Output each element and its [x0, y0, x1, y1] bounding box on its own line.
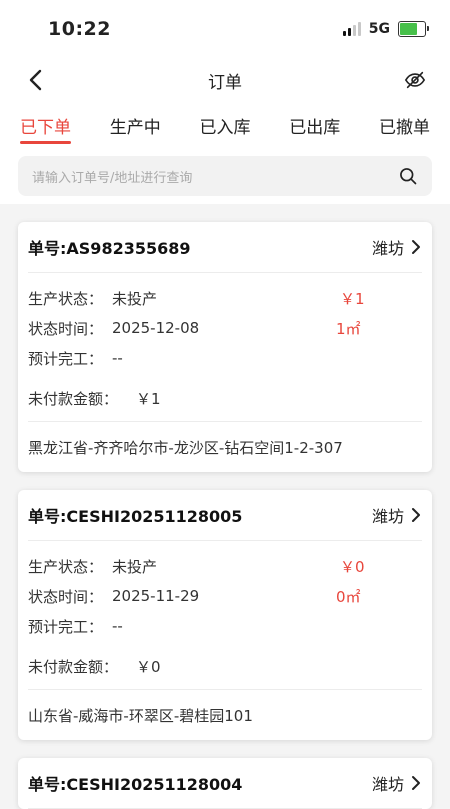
- status-time-row: 状态时间： 2025-12-08 1㎡: [28, 313, 422, 343]
- status-time-value: 2025-12-08: [112, 319, 200, 337]
- status-indicators: 5G: [342, 21, 429, 37]
- est-completion-row: 预计完工： --: [28, 343, 422, 373]
- battery-icon: [398, 21, 429, 37]
- city-name: 潍坊: [371, 239, 404, 258]
- est-completion-value: --: [112, 617, 123, 635]
- order-number: 单号:AS982355689: [28, 239, 191, 258]
- order-area: 0㎡: [336, 587, 361, 606]
- tab-cancelled[interactable]: 已撤单: [379, 105, 430, 144]
- top-area: 10:22 5G 订单 已下单 生产中 已入库 已出库 已撤单 请输入订单号/地…: [0, 0, 450, 204]
- unpaid-row: 未付款金额： ￥0: [28, 651, 422, 681]
- unpaid-value: ￥0: [136, 657, 161, 676]
- order-card-header[interactable]: 单号:AS982355689 潍坊: [28, 222, 422, 273]
- order-card-body: 生产状态： 未投产 ￥0 状态时间： 2025-11-29 0㎡ 预计完工： -…: [28, 541, 422, 689]
- tab-shipped[interactable]: 已出库: [289, 105, 340, 144]
- unpaid-value: ￥1: [136, 389, 161, 408]
- city-name: 潍坊: [371, 507, 404, 526]
- tab-warehoused[interactable]: 已入库: [200, 105, 251, 144]
- back-icon[interactable]: [24, 68, 48, 92]
- status-time-label: 状态时间：: [28, 319, 104, 338]
- order-card[interactable]: 单号:CESHI20251128004 潍坊: [18, 758, 432, 809]
- status-tabs: 已下单 生产中 已入库 已出库 已撤单: [0, 102, 450, 146]
- est-completion-row: 预计完工： --: [28, 611, 422, 641]
- order-card[interactable]: 单号:AS982355689 潍坊 生产状态： 未投产 ￥1 状态时间： 202…: [18, 222, 432, 472]
- status-time-value: 2025-11-29: [112, 587, 200, 605]
- status-time-row: 状态时间： 2025-11-29 0㎡: [28, 581, 422, 611]
- tab-in-production[interactable]: 生产中: [110, 105, 161, 144]
- city-link[interactable]: 潍坊: [372, 771, 422, 795]
- search-wrap: 请输入订单号/地址进行查询: [0, 146, 450, 204]
- production-status-value: 未投产: [112, 289, 158, 308]
- order-amount: ￥0: [340, 557, 365, 576]
- order-card-header[interactable]: 单号:CESHI20251128005 潍坊: [28, 490, 422, 541]
- city-name: 潍坊: [371, 775, 404, 794]
- unpaid-label: 未付款金额：: [28, 657, 119, 676]
- status-time-label: 状态时间：: [28, 587, 104, 606]
- city-link[interactable]: 潍坊: [372, 235, 422, 259]
- tab-placed[interactable]: 已下单: [20, 105, 71, 144]
- nav-bar: 订单: [0, 58, 450, 102]
- chevron-right-icon: [412, 508, 420, 522]
- chevron-right-icon: [412, 240, 420, 254]
- production-status-label: 生产状态：: [28, 289, 104, 308]
- search-input[interactable]: 请输入订单号/地址进行查询: [18, 156, 432, 196]
- search-placeholder: 请输入订单号/地址进行查询: [32, 170, 193, 186]
- order-address: 山东省-威海市-环翠区-碧桂园101: [28, 689, 422, 740]
- order-area: 1㎡: [336, 319, 361, 338]
- production-status-value: 未投产: [112, 557, 158, 576]
- status-bar: 10:22 5G: [0, 0, 450, 58]
- chevron-right-icon: [412, 776, 420, 790]
- unpaid-row: 未付款金额： ￥1: [28, 383, 422, 413]
- production-status-row: 生产状态： 未投产 ￥0: [28, 551, 422, 581]
- city-link[interactable]: 潍坊: [372, 503, 422, 527]
- eye-off-icon[interactable]: [404, 69, 426, 91]
- order-card[interactable]: 单号:CESHI20251128005 潍坊 生产状态： 未投产 ￥0 状态时间…: [18, 490, 432, 740]
- order-number: 单号:CESHI20251128005: [28, 507, 243, 526]
- signal-icon: [342, 22, 361, 36]
- unpaid-label: 未付款金额：: [28, 389, 119, 408]
- search-icon[interactable]: [398, 166, 418, 186]
- page-title: 订单: [208, 72, 242, 93]
- order-card-body: 生产状态： 未投产 ￥1 状态时间： 2025-12-08 1㎡ 预计完工： -…: [28, 273, 422, 421]
- order-address: 黑龙江省-齐齐哈尔市-龙沙区-钻石空间1-2-307: [28, 421, 422, 472]
- est-completion-value: --: [112, 349, 123, 367]
- production-status-label: 生产状态：: [28, 557, 104, 576]
- production-status-row: 生产状态： 未投产 ￥1: [28, 283, 422, 313]
- est-completion-label: 预计完工：: [28, 617, 104, 636]
- est-completion-label: 预计完工：: [28, 349, 104, 368]
- order-amount: ￥1: [340, 289, 365, 308]
- status-time: 10:22: [48, 18, 111, 40]
- order-card-header[interactable]: 单号:CESHI20251128004 潍坊: [28, 758, 422, 809]
- order-list: 单号:AS982355689 潍坊 生产状态： 未投产 ￥1 状态时间： 202…: [0, 204, 450, 809]
- network-label: 5G: [368, 21, 390, 37]
- order-number: 单号:CESHI20251128004: [28, 775, 243, 794]
